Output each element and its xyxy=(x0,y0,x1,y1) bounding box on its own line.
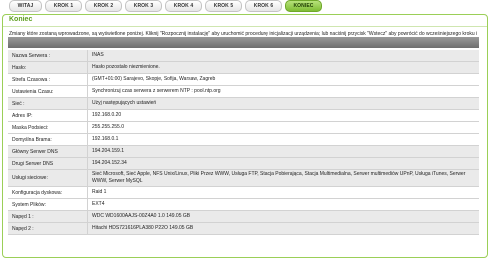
table-row: Główny Serwer DNS 194.204.159.1 xyxy=(8,146,479,158)
row-value: 192.168.0.20 xyxy=(92,112,122,118)
row-label: Główny Serwer DNS xyxy=(8,146,88,157)
summary-table: Nazwa Serwera : INAS Hasło: Hasło pozost… xyxy=(8,50,479,235)
table-row: System Plików: EXT4 xyxy=(8,199,479,211)
table-row: Konfiguracja dyskowa: Raid 1 xyxy=(8,187,479,199)
tab-krok-1[interactable]: KROK 1 xyxy=(45,0,82,12)
row-label: Konfiguracja dyskowa: xyxy=(8,187,88,198)
row-value: 194.204.152.34 xyxy=(92,160,127,166)
tab-krok-2[interactable]: KROK 2 xyxy=(85,0,122,12)
panel-title: Koniec xyxy=(9,16,33,23)
row-value: 255.255.255.0 xyxy=(92,124,124,130)
row-value: 194.204.159.1 xyxy=(92,148,124,154)
row-label: Napęd 2 : xyxy=(8,223,88,234)
table-row: Strefa Czasowa : (GMT+01:00) Sarajevo, S… xyxy=(8,74,479,86)
wizard-tabs: WITAJ KROK 1 KROK 2 KROK 3 KROK 4 KROK 5… xyxy=(9,0,322,12)
table-row: Ustawienia Czasu: Synchronizuj czas serw… xyxy=(8,86,479,98)
row-label: Drugi Serwer DNS xyxy=(8,158,88,169)
table-row: Domyślna Brama: 192.168.0.1 xyxy=(8,134,479,146)
tab-krok-5[interactable]: KROK 5 xyxy=(205,0,242,12)
tab-krok-6[interactable]: KROK 6 xyxy=(245,0,282,12)
tab-krok-3[interactable]: KROK 3 xyxy=(125,0,162,12)
row-value: WDC WD1600AAJS-00Z4A0 1.0 149.05 GB xyxy=(92,213,191,219)
row-value: 192.168.0.1 xyxy=(92,136,119,142)
row-value: EXT4 xyxy=(92,201,105,207)
tab-koniec[interactable]: KONIEC xyxy=(285,0,322,12)
row-value: (GMT+01:00) Sarajevo, Skopje, Sofija, Wa… xyxy=(92,76,216,82)
row-label: Ustawienia Czasu: xyxy=(8,86,88,97)
table-row: Hasło: Hasło pozostało niezmienione. xyxy=(8,62,479,74)
row-label: Maska Podsieci: xyxy=(8,122,88,133)
row-label: Adres IP: xyxy=(8,110,88,121)
row-value: Hasło pozostało niezmienione. xyxy=(92,64,160,70)
row-label: Domyślna Brama: xyxy=(8,134,88,145)
table-row: Napęd 1 : WDC WD1600AAJS-00Z4A0 1.0 149.… xyxy=(8,211,479,223)
row-label: Usługi sieciowe: xyxy=(8,170,88,186)
table-row: Sieć : Użyj następujących ustawień xyxy=(8,98,479,110)
table-row: Maska Podsieci: 255.255.255.0 xyxy=(8,122,479,134)
tab-witaj[interactable]: WITAJ xyxy=(9,0,42,12)
row-label: Nazwa Serwera : xyxy=(8,50,88,61)
row-value: Raid 1 xyxy=(92,189,107,195)
row-value: Synchronizuj czas serwera z serwerem NTP… xyxy=(92,88,221,94)
summary-table-header xyxy=(8,37,479,48)
table-row: Nazwa Serwera : INAS xyxy=(8,50,479,62)
table-row: Adres IP: 192.168.0.20 xyxy=(8,110,479,122)
row-label: Napęd 1 : xyxy=(8,211,88,222)
row-value: Sieć Microsoft, Sieć Apple, NFS Unix/Lin… xyxy=(92,171,466,184)
table-row: Napęd 2 : Hitachi HDS721616PLA380 P22O 1… xyxy=(8,223,479,235)
panel-divider xyxy=(3,26,487,27)
tab-krok-4[interactable]: KROK 4 xyxy=(165,0,202,12)
row-label: Strefa Czasowa : xyxy=(8,74,88,85)
row-value: Użyj następujących ustawień xyxy=(92,100,157,106)
row-value: INAS xyxy=(92,52,104,58)
table-row: Usługi sieciowe: Sieć Microsoft, Sieć Ap… xyxy=(8,170,479,187)
row-label: Hasło: xyxy=(8,62,88,73)
row-value: Hitachi HDS721616PLA380 P22O 149.05 GB xyxy=(92,225,194,231)
table-row: Drugi Serwer DNS 194.204.152.34 xyxy=(8,158,479,170)
row-label: Sieć : xyxy=(8,98,88,109)
row-label: System Plików: xyxy=(8,199,88,210)
